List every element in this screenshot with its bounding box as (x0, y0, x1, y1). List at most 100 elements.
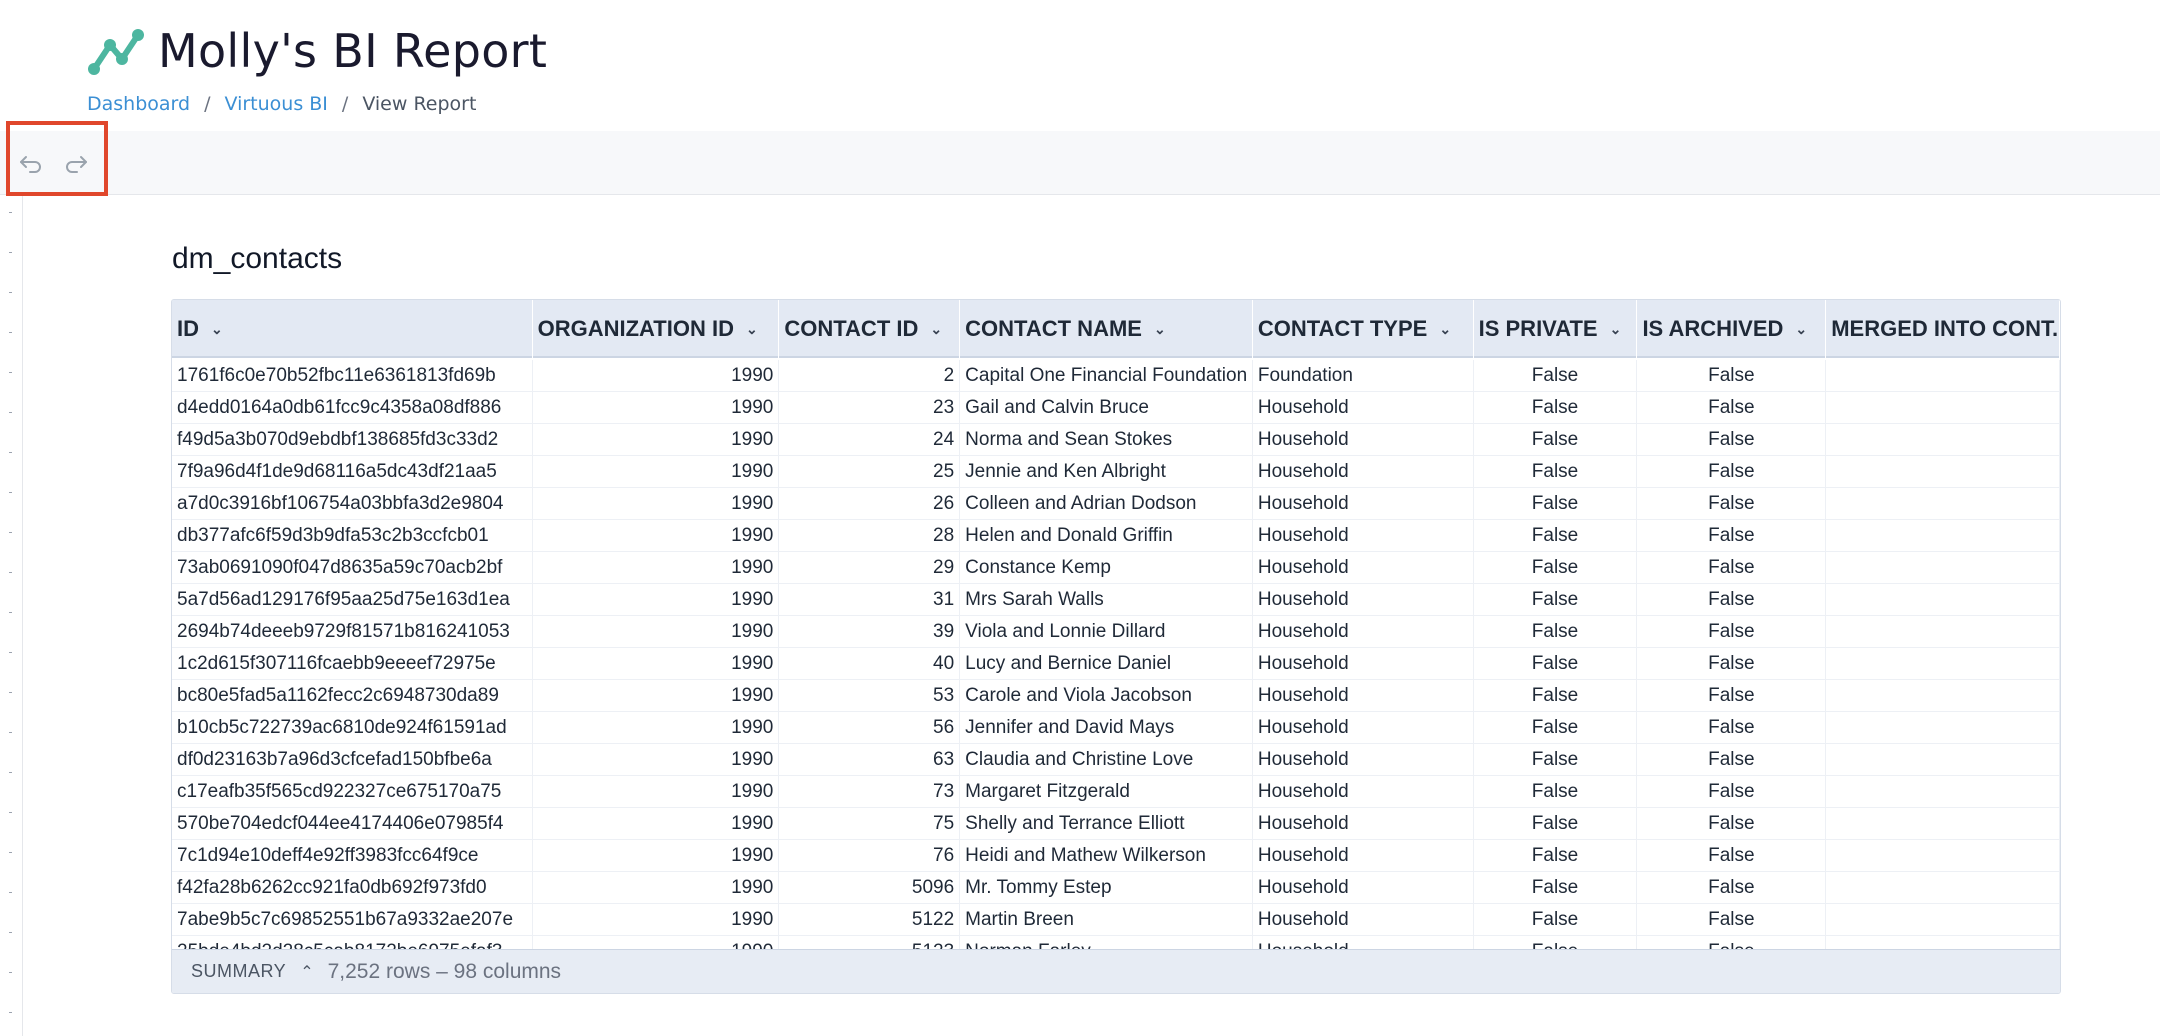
column-header-is-private[interactable]: IS PRIVATE ⌄ (1474, 300, 1638, 358)
table-row[interactable]: df0d23163b7a96d3cfcefad150bfbe6a 1990 63 Cl… (172, 744, 2060, 776)
column-header-is-archived[interactable]: IS ARCHIVED ⌄ (1637, 300, 1827, 358)
cell-contact-name: Jennifer and David Mays (960, 712, 1253, 744)
table-row[interactable]: 2694b74deeeb9729f81571b816241053 1990 39 Vi… (172, 616, 2060, 648)
chevron-down-icon[interactable]: ⌄ (930, 321, 942, 338)
cell-id: 7f9a96d4f1de9d68116a5dc43df21aa5 (172, 456, 533, 488)
table-row[interactable]: 7abe9b5c7c69852551b67a9332ae207e 1990 5122… (172, 904, 2060, 936)
cell-contact-name: Constance Kemp (960, 552, 1253, 584)
cell-organization-id: 1990 (533, 584, 780, 616)
cell-contact-name: Mr. Tommy Estep (960, 872, 1253, 904)
cell-contact-id: 25 (779, 456, 961, 488)
gutter-tick (9, 772, 12, 773)
redo-button[interactable] (60, 148, 92, 178)
gutter-tick (9, 892, 12, 893)
cell-id: b10cb5c722739ac6810de924f61591ad (172, 712, 533, 744)
gutter-tick (9, 932, 12, 933)
cell-merged-into (1826, 584, 2060, 616)
table-row[interactable]: b10cb5c722739ac6810de924f61591ad 1990 56 Je… (172, 712, 2060, 744)
table-row[interactable]: 5a7d56ad129176f95aa25d75e163d1ea 1990 31 Mr… (172, 584, 2060, 616)
cell-is-private: False (1474, 648, 1638, 680)
table-row[interactable]: a7d0c3916bf106754a03bbfa3d2e9804 1990 26 Co… (172, 488, 2060, 520)
breadcrumb-virtuous-bi-link[interactable]: Virtuous BI (225, 93, 328, 115)
gutter-tick (9, 292, 12, 293)
cell-contact-type: Household (1253, 904, 1474, 936)
column-header-organization-id[interactable]: ORGANIZATION ID ⌄ (533, 300, 780, 358)
cell-contact-id: 31 (779, 584, 961, 616)
gutter-tick (9, 692, 12, 693)
table-row[interactable]: 73ab0691090f047d8635a59c70acb2bf 1990 29 Co… (172, 552, 2060, 584)
table-row[interactable]: f42fa28b6262cc921fa0db692f973fd0 1990 5096… (172, 872, 2060, 904)
chevron-down-icon[interactable]: ⌄ (211, 321, 223, 338)
cell-id: 25bde4bd2d28c5cab8172be6975efaf3 (172, 936, 533, 949)
cell-merged-into (1826, 936, 2060, 949)
chevron-down-icon[interactable]: ⌄ (1439, 321, 1451, 338)
column-header-contact-name[interactable]: CONTACT NAME ⌄ (960, 300, 1253, 358)
cell-id: 1c2d615f307116fcaebb9eeeef72975e (172, 648, 533, 680)
chevron-down-icon[interactable]: ⌄ (1154, 321, 1166, 338)
cell-contact-id: 63 (779, 744, 961, 776)
cell-merged-into (1826, 680, 2060, 712)
cell-id: f49d5a3b070d9ebdbf138685fd3c33d2 (172, 424, 533, 456)
line-chart-logo-icon (88, 29, 144, 75)
cell-contact-name: Norman Farley (960, 936, 1253, 949)
cell-is-archived: False (1637, 904, 1827, 936)
cell-contact-type: Household (1253, 808, 1474, 840)
table-row[interactable]: d4edd0164a0db61fcc9c4358a08df886 1990 23 Ga… (172, 392, 2060, 424)
chevron-down-icon[interactable]: ⌄ (1610, 321, 1622, 338)
cell-is-archived: False (1637, 840, 1827, 872)
cell-contact-id: 5096 (779, 872, 961, 904)
cell-organization-id: 1990 (533, 936, 780, 949)
chevron-up-icon[interactable]: ⌃ (300, 962, 313, 982)
column-header-contact-type[interactable]: CONTACT TYPE ⌄ (1253, 300, 1474, 358)
cell-merged-into (1826, 712, 2060, 744)
cell-merged-into (1826, 488, 2060, 520)
cell-is-private: False (1474, 872, 1638, 904)
cell-id: 7c1d94e10deff4e92ff3983fcc64f9ce (172, 840, 533, 872)
cell-id: df0d23163b7a96d3cfcefad150bfbe6a (172, 744, 533, 776)
cell-merged-into (1826, 392, 2060, 424)
cell-contact-type: Household (1253, 648, 1474, 680)
gutter-tick (9, 572, 12, 573)
table-row[interactable]: c17eafb35f565cd922327ce675170a75 1990 73 Ma… (172, 776, 2060, 808)
gutter-tick (9, 252, 12, 253)
table-row[interactable]: f49d5a3b070d9ebdbf138685fd3c33d2 1990 24 No… (172, 424, 2060, 456)
gutter-tick (9, 652, 12, 653)
table-row[interactable]: db377afc6f59d3b9dfa53c2b3ccfcb01 1990 28 He… (172, 520, 2060, 552)
table-row[interactable]: 1761f6c0e70b52fbc11e6361813fd69b 1990 2 Cap… (172, 360, 2060, 392)
column-header-label: IS ARCHIVED (1642, 316, 1784, 341)
breadcrumb: Dashboard / Virtuous BI / View Report (87, 93, 476, 115)
cell-id: bc80e5fad5a1162fecc2c6948730da89 (172, 680, 533, 712)
column-header-merged-into[interactable]: MERGED INTO CONT. (1826, 300, 2060, 358)
cell-contact-id: 75 (779, 808, 961, 840)
gutter-tick (9, 332, 12, 333)
cell-contact-id: 76 (779, 840, 961, 872)
cell-is-private: False (1474, 520, 1638, 552)
column-header-id[interactable]: ID ⌄ (172, 300, 533, 358)
undo-button[interactable] (15, 148, 47, 178)
chevron-down-icon[interactable]: ⌄ (1795, 321, 1807, 338)
grid-body[interactable]: 1761f6c0e70b52fbc11e6361813fd69b 1990 2 Cap… (172, 360, 2060, 949)
column-header-label: ID (177, 316, 199, 341)
summary-bar: SUMMARY ⌃ 7,252 rows – 98 columns (172, 949, 2060, 993)
cell-id: 2694b74deeeb9729f81571b816241053 (172, 616, 533, 648)
table-row[interactable]: 7c1d94e10deff4e92ff3983fcc64f9ce 1990 76 He… (172, 840, 2060, 872)
cell-contact-type: Household (1253, 776, 1474, 808)
table-row[interactable]: 1c2d615f307116fcaebb9eeeef72975e 1990 40 Lu… (172, 648, 2060, 680)
cell-organization-id: 1990 (533, 616, 780, 648)
table-row[interactable]: 25bde4bd2d28c5cab8172be6975efaf319905123… (172, 936, 2060, 949)
chevron-down-icon[interactable]: ⌄ (746, 321, 758, 338)
column-header-contact-id[interactable]: CONTACT ID ⌄ (779, 300, 961, 358)
cell-is-archived: False (1637, 936, 1827, 949)
cell-id: 7abe9b5c7c69852551b67a9332ae207e (172, 904, 533, 936)
table-row[interactable]: bc80e5fad5a1162fecc2c6948730da89 1990 53 Ca… (172, 680, 2060, 712)
table-row[interactable]: 7f9a96d4f1de9d68116a5dc43df21aa5 1990 25 Je… (172, 456, 2060, 488)
cell-contact-type: Household (1253, 680, 1474, 712)
cell-id: 1761f6c0e70b52fbc11e6361813fd69b (172, 360, 533, 392)
cell-contact-name: Margaret Fitzgerald (960, 776, 1253, 808)
breadcrumb-dashboard-link[interactable]: Dashboard (87, 93, 190, 115)
table-row[interactable]: 570be704edcf044ee4174406e07985f4 1990 75 Sh… (172, 808, 2060, 840)
gutter-tick (9, 372, 12, 373)
cell-contact-id: 28 (779, 520, 961, 552)
summary-toggle[interactable]: SUMMARY (191, 961, 286, 982)
cell-merged-into (1826, 840, 2060, 872)
